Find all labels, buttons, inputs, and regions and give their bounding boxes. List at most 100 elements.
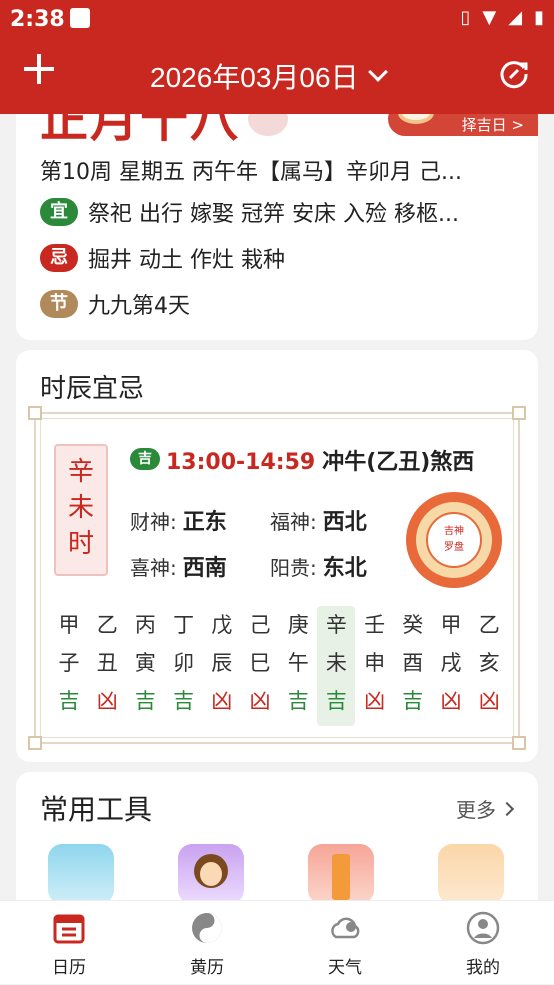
hour-column[interactable]: 甲子吉	[50, 606, 88, 726]
more-label: 更多	[456, 798, 496, 822]
frame-corner	[28, 406, 42, 420]
bottom-nav: 日历 黄历 天气 我的	[0, 900, 554, 984]
caishen-value: 正东	[182, 510, 227, 535]
nav-label: 黄历	[190, 958, 224, 978]
profile-icon	[466, 911, 500, 945]
hour-gan: 丙	[134, 613, 156, 637]
fushen-label: 福神:	[270, 510, 317, 534]
puzzle-tool-icon[interactable]	[438, 844, 504, 904]
hour-luck: 凶	[96, 689, 118, 713]
hour-gan: 庚	[287, 613, 309, 637]
hour-column[interactable]: 壬申凶	[356, 606, 394, 726]
hour-gan: 乙	[96, 613, 118, 637]
shi-char: 未	[67, 493, 94, 523]
ji-row[interactable]: 忌 掘井 动土 作灶 栽种	[40, 242, 285, 274]
avatar-tool-icon[interactable]	[178, 844, 244, 904]
hour-column[interactable]: 庚午吉	[279, 606, 317, 726]
nav-almanac[interactable]: 黄历	[138, 901, 276, 985]
luopan-center: 吉神 罗盘	[426, 512, 482, 568]
shichen-header: 13:00-14:59 冲牛(乙丑)煞西	[166, 444, 474, 476]
hour-luck: 凶	[478, 689, 500, 713]
hour-gan: 辛	[325, 613, 347, 637]
tools-card: 常用工具 更多	[16, 772, 538, 912]
hour-luck: 凶	[249, 689, 271, 713]
hour-gan: 壬	[364, 613, 386, 637]
yi-text: 祭祀 出行 嫁娶 冠笄 安床 入殓 移柩...	[88, 202, 459, 227]
hour-zhi: 午	[287, 651, 309, 675]
yi-row[interactable]: 宜 祭祀 出行 嫁娶 冠笄 安床 入殓 移柩...	[40, 196, 459, 228]
hour-luck: 吉	[402, 689, 424, 713]
calendar-icon	[53, 914, 85, 944]
day-card: 正月十八 择吉日 > 第10周 星期五 丙午年【属马】辛卯月 己... 宜 祭祀…	[16, 114, 538, 340]
hour-column[interactable]: 乙丑凶	[88, 606, 126, 726]
hour-column[interactable]: 乙亥凶	[470, 606, 508, 726]
wifi-icon: ▼	[482, 7, 497, 28]
hour-zhi: 未	[325, 651, 347, 675]
tools-title: 常用工具	[40, 793, 153, 826]
add-icon[interactable]	[22, 52, 56, 86]
hour-gan: 丁	[173, 613, 195, 637]
ji-badge: 忌	[40, 244, 78, 272]
shichen-title: 时辰宜忌	[40, 374, 145, 404]
hour-zhi: 戌	[440, 651, 462, 675]
current-date: 2026年03月06日	[150, 62, 359, 93]
nav-label: 天气	[328, 958, 362, 978]
shichen-card[interactable]: 时辰宜忌 辛 未 时 吉 13:00-14:59 冲牛(乙丑)煞西 财神: 正东 …	[16, 350, 538, 762]
nav-calendar[interactable]: 日历	[0, 901, 138, 985]
hour-column[interactable]: 戊辰凶	[203, 606, 241, 726]
caishen: 财神: 正东	[130, 504, 227, 536]
refresh-icon[interactable]	[498, 58, 530, 90]
status-bar: 2:38 ▯ ▼ ◢ ▮	[0, 0, 554, 38]
hour-column[interactable]: 辛未吉	[317, 606, 356, 726]
fushen-value: 西北	[322, 510, 367, 535]
zeji-label: 择吉日 >	[461, 116, 524, 134]
more-tools-link[interactable]: 更多	[456, 794, 515, 823]
speaker-icon[interactable]	[248, 114, 288, 136]
luopan-text: 罗盘	[444, 542, 464, 553]
pagoda-tool-icon[interactable]	[308, 844, 374, 904]
hour-zhi: 辰	[211, 651, 233, 675]
yinyang-icon	[192, 913, 222, 943]
shichen-frame: 辛 未 时 吉 13:00-14:59 冲牛(乙丑)煞西 财神: 正东 福神: 西北…	[28, 406, 526, 750]
hour-gan: 甲	[58, 613, 80, 637]
yanggui-value: 东北	[322, 556, 367, 581]
status-time: 2:38	[10, 7, 65, 32]
hour-zhi: 丑	[96, 651, 118, 675]
jie-row[interactable]: 节 九九第4天	[40, 288, 190, 320]
hour-column[interactable]: 甲戌凶	[432, 606, 470, 726]
hour-gan: 癸	[402, 613, 424, 637]
jie-badge: 节	[40, 290, 78, 318]
zeji-button[interactable]: 择吉日 >	[388, 114, 538, 136]
hour-column[interactable]: 丁卯吉	[165, 606, 203, 726]
yanggui: 阳贵: 东北	[270, 550, 367, 582]
hour-column[interactable]: 癸酉吉	[394, 606, 432, 726]
luopan-icon[interactable]: 吉神 罗盘	[406, 492, 502, 588]
hour-luck: 吉	[325, 689, 347, 713]
hour-column[interactable]: 己巳凶	[241, 606, 279, 726]
nav-profile[interactable]: 我的	[414, 901, 552, 985]
battery-icon: ▮	[534, 7, 544, 28]
date-picker[interactable]: 2026年03月06日	[150, 56, 388, 96]
caishen-label: 财神:	[130, 510, 177, 534]
hour-zhi: 酉	[402, 651, 424, 675]
xishen-value: 西南	[182, 556, 227, 581]
current-shichen: 辛 未 时	[54, 444, 108, 576]
hour-zhi: 巳	[249, 651, 271, 675]
calculator-tool-icon[interactable]	[48, 844, 114, 904]
hour-zhi: 卯	[173, 651, 195, 675]
yi-badge: 宜	[40, 198, 78, 226]
hour-gan: 戊	[211, 613, 233, 637]
time-range: 13:00-14:59	[166, 450, 316, 475]
chevron-down-icon	[367, 62, 388, 82]
xishen-label: 喜神:	[130, 556, 177, 580]
shi-char: 辛	[67, 457, 94, 487]
nav-weather[interactable]: 天气	[276, 901, 414, 985]
ring-icon	[398, 114, 434, 124]
hour-column[interactable]: 丙寅吉	[126, 606, 164, 726]
hour-gan: 乙	[478, 613, 500, 637]
frame-corner	[512, 406, 526, 420]
chevron-right-icon	[499, 801, 515, 816]
hour-luck: 吉	[287, 689, 309, 713]
weather-icon	[331, 917, 360, 939]
hour-luck: 吉	[173, 689, 195, 713]
